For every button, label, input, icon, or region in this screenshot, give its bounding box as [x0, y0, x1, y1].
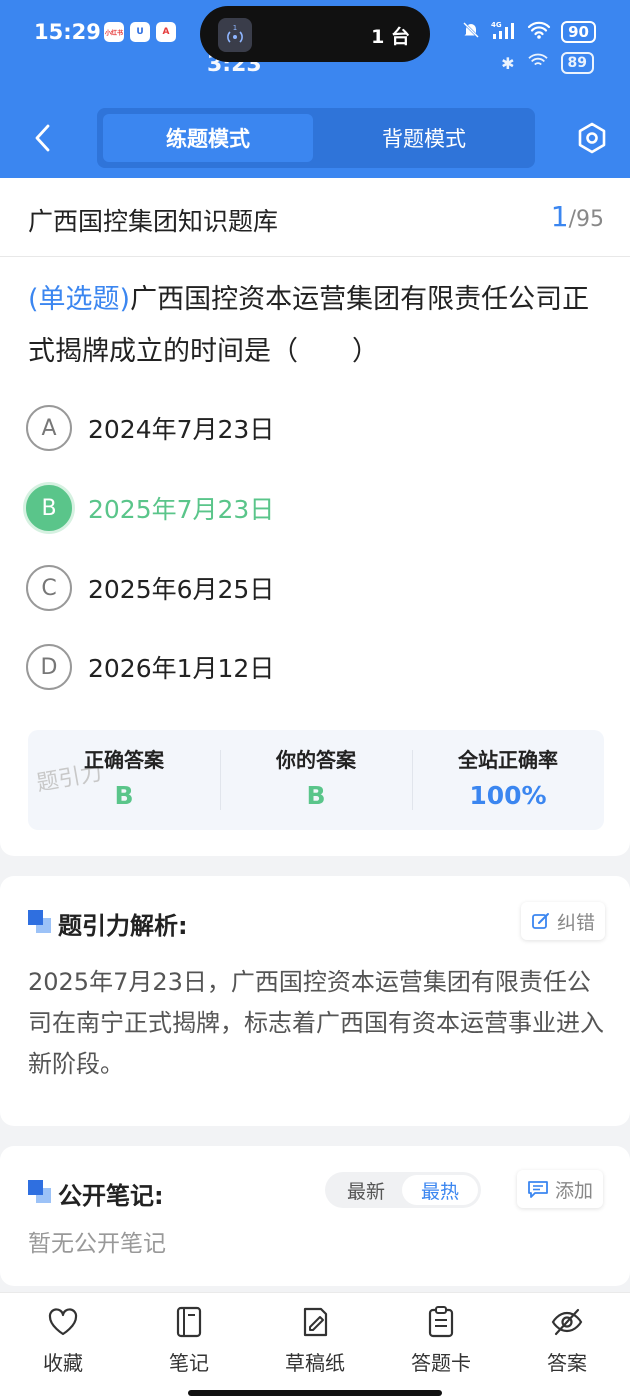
site-accuracy-value: 100%	[469, 781, 547, 810]
svg-text:1: 1	[233, 24, 237, 32]
heart-icon	[46, 1305, 80, 1339]
dynamic-island[interactable]: 1 1 台	[200, 6, 430, 62]
status-indicators: 4G 90	[461, 20, 596, 44]
back-button[interactable]	[28, 120, 56, 156]
bottom-toolbar: 收藏 笔记 草稿纸 答题卡 答案	[0, 1292, 630, 1400]
option-d[interactable]: D 2026年1月12日	[26, 643, 274, 691]
empty-notes-text: 暂无公开笔记	[28, 1231, 166, 1257]
top-header: 15:29 小红书 U A 3:23 1 1 台 4G 90 ✱ 89 练题模式…	[0, 0, 630, 178]
section-squares-icon	[28, 1180, 52, 1204]
add-note-label: 添加	[555, 1179, 594, 1202]
option-b[interactable]: B 2025年7月23日	[26, 484, 274, 532]
option-letter: C	[26, 565, 72, 611]
tab-answer-sheet[interactable]: 答题卡	[378, 1305, 504, 1376]
question-bank-title: 广西国控集团知识题库	[28, 207, 279, 236]
report-error-label: 纠错	[557, 911, 596, 934]
option-text: 2025年6月25日	[88, 575, 275, 604]
answer-sheet-icon	[424, 1305, 458, 1339]
comment-icon	[528, 1181, 548, 1198]
signal-icon: 4G	[491, 20, 517, 44]
xiaohongshu-icon: 小红书	[104, 22, 124, 42]
app-u-icon: U	[130, 22, 150, 42]
tab-favorite[interactable]: 收藏	[0, 1305, 126, 1376]
divider	[0, 256, 630, 257]
question-text: (单选题)广西国控资本运营集团有限责任公司正式揭牌成立的时间是（ ）	[28, 274, 608, 378]
notes-title: 公开笔记:	[58, 1182, 164, 1210]
analysis-text: 2025年7月23日，广西国控资本运营集团有限责任公司在南宁正式揭牌，标志着广西…	[28, 968, 604, 1078]
tab-label: 答案	[547, 1351, 587, 1375]
option-text: 2025年7月23日	[88, 495, 275, 524]
background-battery: 89	[560, 52, 594, 74]
tab-label: 答题卡	[411, 1351, 471, 1375]
option-text: 2026年1月12日	[88, 654, 275, 683]
tab-show-answer[interactable]: 答案	[504, 1305, 630, 1376]
tab-label: 草稿纸	[285, 1351, 345, 1375]
status-bar: 15:29 小红书 U A 3:23 1 1 台 4G 90 ✱ 89	[0, 0, 630, 77]
correct-answer-label: 正确答案	[84, 748, 164, 772]
progress-total: /95	[568, 207, 604, 232]
add-note-button[interactable]: 添加	[517, 1170, 604, 1208]
battery-indicator: 90	[561, 21, 596, 43]
home-indicator[interactable]	[188, 1390, 442, 1396]
status-app-icons: 小红书 U A	[104, 22, 176, 42]
background-status-indicators: ✱ 89	[501, 52, 594, 74]
answer-summary: 题引力 正确答案 B 你的答案 B 全站正确率 100%	[28, 730, 604, 830]
question-type: (单选题)	[28, 284, 131, 315]
notebook-icon	[172, 1305, 206, 1339]
app-a-icon: A	[156, 22, 176, 42]
status-time: 15:29	[34, 20, 101, 44]
question-progress: 1/95	[551, 200, 604, 233]
island-text: 1 台	[371, 26, 410, 48]
site-accuracy: 全站正确率 100%	[412, 744, 604, 810]
option-letter: A	[26, 405, 72, 451]
section-squares-icon	[28, 910, 52, 934]
option-a[interactable]: A 2024年7月23日	[26, 404, 274, 452]
tab-label: 收藏	[43, 1351, 83, 1375]
wifi-icon	[527, 20, 551, 44]
public-notes-card: 公开笔记: 最新 最热 添加 暂无公开笔记	[0, 1146, 630, 1286]
your-answer: 你的答案 B	[220, 744, 412, 810]
settings-button[interactable]	[572, 118, 612, 158]
nfc-broadcast-icon: 1	[218, 18, 252, 52]
edit-icon	[532, 913, 549, 929]
tab-label: 笔记	[169, 1351, 209, 1375]
tab-notes[interactable]: 笔记	[126, 1305, 252, 1376]
mode-switch: 练题模式 背题模式	[97, 108, 535, 168]
progress-current: 1	[550, 200, 569, 233]
correct-answer: 正确答案 B	[28, 744, 220, 810]
chevron-left-icon	[35, 124, 50, 152]
option-text: 2024年7月23日	[88, 415, 275, 444]
site-accuracy-label: 全站正确率	[458, 748, 558, 772]
report-error-button[interactable]: 纠错	[521, 902, 606, 940]
sort-newest[interactable]: 最新	[328, 1175, 404, 1205]
sort-hottest[interactable]: 最热	[402, 1175, 478, 1205]
analysis-card: 题引力解析: 纠错 2025年7月23日，广西国控资本运营集团有限责任公司在南宁…	[0, 876, 630, 1126]
tab-memorize-mode[interactable]: 背题模式	[319, 114, 529, 162]
your-answer-value: B	[306, 781, 326, 810]
tab-draft-paper[interactable]: 草稿纸	[252, 1305, 378, 1376]
mute-bell-icon	[461, 20, 481, 44]
hexagon-settings-icon	[578, 122, 606, 154]
analysis-title: 题引力解析:	[58, 912, 188, 940]
background-wifi-icon	[527, 52, 549, 74]
notes-sort-toggle: 最新 最热	[325, 1172, 481, 1208]
your-answer-label: 你的答案	[276, 748, 356, 772]
question-card: 广西国控集团知识题库 1/95 (单选题)广西国控资本运营集团有限责任公司正式揭…	[0, 178, 630, 856]
svg-text:4G: 4G	[491, 21, 502, 29]
tab-practice-mode[interactable]: 练题模式	[103, 114, 313, 162]
option-letter: B	[26, 485, 72, 531]
bluetooth-icon: ✱	[501, 53, 515, 73]
correct-answer-value: B	[114, 781, 134, 810]
eye-off-icon	[550, 1305, 584, 1339]
option-c[interactable]: C 2025年6月25日	[26, 564, 274, 612]
option-letter: D	[26, 644, 72, 690]
draft-paper-icon	[298, 1305, 332, 1339]
